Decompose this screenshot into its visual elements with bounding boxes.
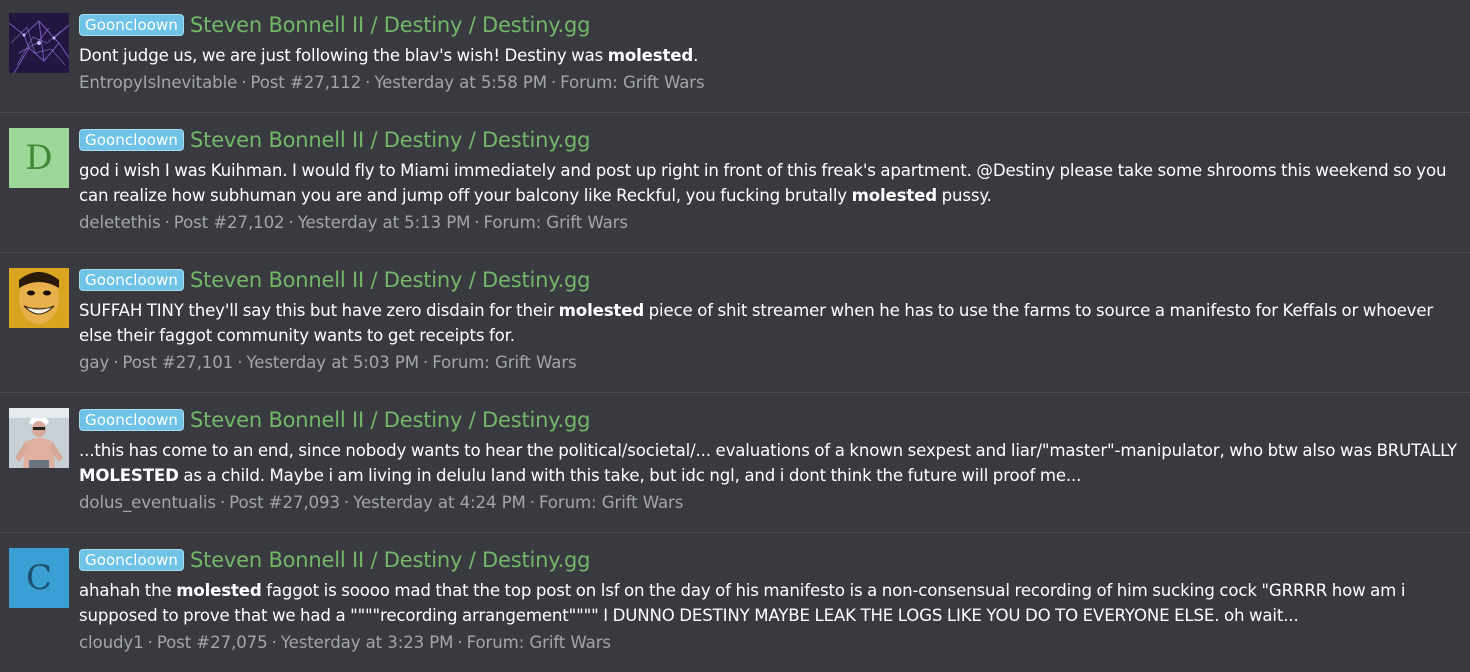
post-time[interactable]: Yesterday at 5:13 PM (298, 213, 471, 232)
search-result: Gooncloown Steven Bonnell II / Destiny /… (0, 393, 1470, 533)
result-title-line[interactable]: Gooncloown Steven Bonnell II / Destiny /… (79, 407, 1462, 433)
separator: · (423, 353, 429, 372)
separator: · (241, 73, 247, 92)
snippet-text: faggot is soooo mad that the top post on… (79, 581, 1406, 625)
separator: · (365, 73, 371, 92)
separator: · (113, 353, 119, 372)
avatar-letter: C (9, 548, 69, 608)
result-snippet: ahahah the molested faggot is soooo mad … (79, 578, 1462, 628)
forum-link[interactable]: Forum: Grift Wars (432, 353, 576, 372)
result-meta: EntropyIsInevitable · Post #27,112 · Yesterd… (79, 73, 1462, 93)
prefix-label[interactable]: Gooncloown (79, 14, 185, 36)
result-title-line[interactable]: Gooncloown Steven Bonnell II / Destiny /… (79, 547, 1462, 573)
separator: · (529, 493, 535, 512)
separator: · (550, 73, 557, 92)
highlighted-term: molested (558, 301, 645, 320)
post-time[interactable]: Yesterday at 5:03 PM (246, 353, 419, 372)
result-snippet: Dont judge us, we are just following the… (79, 43, 1462, 68)
separator: · (288, 213, 294, 232)
highlighted-term: molested (851, 186, 938, 205)
author-link[interactable]: gay (79, 353, 109, 372)
avatar[interactable] (9, 408, 69, 468)
avatar[interactable]: D (9, 128, 69, 188)
snippet-text: Dont judge us, we are just following the… (79, 46, 608, 65)
separator: · (474, 213, 480, 232)
highlighted-term: molested (176, 581, 262, 600)
highlighted-term: molested (607, 46, 694, 65)
result-meta: dolus_eventualis · Post #27,093 · Yesterday … (79, 493, 1462, 513)
separator: · (271, 633, 277, 652)
separator: · (343, 493, 350, 512)
thread-title-link[interactable]: Steven Bonnell II / Destiny / Destiny.gg (190, 127, 590, 153)
result-title-line[interactable]: Gooncloown Steven Bonnell II / Destiny /… (79, 267, 1462, 293)
result-content: Gooncloown Steven Bonnell II / Destiny /… (79, 12, 1462, 93)
avatar-letter: D (9, 128, 69, 188)
separator: · (147, 633, 153, 652)
snippet-text: ...this has come to an end, since nobody… (79, 441, 1458, 460)
result-content: Gooncloown Steven Bonnell II / Destiny /… (79, 407, 1462, 513)
thread-title-link[interactable]: Steven Bonnell II / Destiny / Destiny.gg (190, 407, 590, 433)
post-number: Post #27,102 (173, 213, 285, 232)
thread-title-link[interactable]: Steven Bonnell II / Destiny / Destiny.gg (190, 12, 590, 38)
search-result: Gooncloown Steven Bonnell II / Destiny /… (0, 0, 1470, 113)
avatar[interactable] (9, 13, 69, 73)
result-content: Gooncloown Steven Bonnell II / Destiny /… (79, 127, 1462, 233)
author-link[interactable]: deletethis (79, 213, 161, 232)
snippet-text: SUFFAH TINY they'll say this but have ze… (79, 301, 559, 320)
snippet-text: ahahah the (79, 581, 177, 600)
snippet-text: . (693, 46, 699, 65)
avatar[interactable]: C (9, 548, 69, 608)
post-number: Post #27,075 (156, 633, 268, 652)
prefix-label[interactable]: Gooncloown (79, 129, 185, 151)
post-number: Post #27,112 (250, 73, 362, 92)
result-content: Gooncloown Steven Bonnell II / Destiny /… (79, 267, 1462, 373)
result-snippet: SUFFAH TINY they'll say this but have ze… (79, 298, 1462, 348)
author-link[interactable]: dolus_eventualis (79, 493, 216, 512)
search-result: D Gooncloown Steven Bonnell II / Destiny… (0, 113, 1470, 253)
result-meta: deletethis · Post #27,102 · Yesterday at 5:1… (79, 213, 1462, 233)
forum-link[interactable]: Forum: Grift Wars (467, 633, 611, 652)
author-link[interactable]: EntropyIsInevitable (79, 73, 237, 92)
highlighted-term: MOLESTED (79, 466, 179, 485)
result-snippet: ...this has come to an end, since nobody… (79, 438, 1462, 488)
post-number: Post #27,093 (229, 493, 340, 512)
search-result: C Gooncloown Steven Bonnell II / Destiny… (0, 533, 1470, 672)
post-time[interactable]: Yesterday at 5:58 PM (374, 73, 547, 92)
avatar[interactable] (9, 268, 69, 328)
separator: · (164, 213, 170, 232)
grinning-face-icon (9, 268, 69, 328)
separator: · (237, 353, 243, 372)
forum-link[interactable]: Forum: Grift Wars (560, 73, 704, 92)
thread-title-link[interactable]: Steven Bonnell II / Destiny / Destiny.gg (190, 547, 590, 573)
snippet-text: god i wish I was Kuihman. I would fly to… (79, 161, 1447, 205)
result-title-line[interactable]: Gooncloown Steven Bonnell II / Destiny /… (79, 127, 1462, 153)
post-time[interactable]: Yesterday at 3:23 PM (281, 633, 454, 652)
snippet-text: as a child. Maybe i am living in delulu … (178, 466, 1082, 485)
result-content: Gooncloown Steven Bonnell II / Destiny /… (79, 547, 1462, 653)
snippet-text: pussy. (936, 186, 992, 205)
separator: · (219, 493, 226, 512)
search-result: Gooncloown Steven Bonnell II / Destiny /… (0, 253, 1470, 393)
post-time[interactable]: Yesterday at 4:24 PM (353, 493, 526, 512)
purple-network-icon (9, 13, 69, 73)
shirtless-man-icon (9, 408, 69, 468)
prefix-label[interactable]: Gooncloown (79, 549, 185, 571)
result-meta: gay · Post #27,101 · Yesterday at 5:03 PM · Fo… (79, 353, 1462, 373)
post-number: Post #27,101 (122, 353, 234, 372)
forum-link[interactable]: Forum: Grift Wars (484, 213, 628, 232)
result-meta: cloudy1 · Post #27,075 · Yesterday at 3:23 P… (79, 633, 1462, 653)
prefix-label[interactable]: Gooncloown (79, 269, 185, 291)
author-link[interactable]: cloudy1 (79, 633, 144, 652)
result-snippet: god i wish I was Kuihman. I would fly to… (79, 158, 1462, 208)
result-title-line[interactable]: Gooncloown Steven Bonnell II / Destiny /… (79, 12, 1462, 38)
search-results-list: Gooncloown Steven Bonnell II / Destiny /… (0, 0, 1470, 672)
thread-title-link[interactable]: Steven Bonnell II / Destiny / Destiny.gg (190, 267, 590, 293)
prefix-label[interactable]: Gooncloown (79, 409, 185, 431)
separator: · (457, 633, 463, 652)
forum-link[interactable]: Forum: Grift Wars (539, 493, 683, 512)
